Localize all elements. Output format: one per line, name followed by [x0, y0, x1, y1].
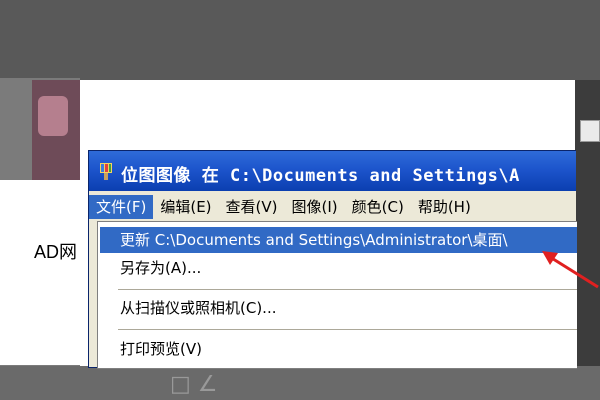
- menu-separator: [118, 289, 577, 290]
- background-bottom: [0, 366, 600, 400]
- background-document-text: AD网: [34, 242, 78, 262]
- menu-file[interactable]: 文件(F): [89, 195, 154, 219]
- red-arrow-annotation: [542, 251, 599, 289]
- menu-edit[interactable]: 编辑(E): [153, 195, 218, 219]
- menu-view[interactable]: 查看(V): [219, 195, 285, 219]
- menu-bar: 文件(F) 编辑(E) 查看(V) 图像(I) 颜色(C) 帮助(H): [89, 193, 576, 221]
- menu-item-update[interactable]: 更新 C:\Documents and Settings\Administrat…: [100, 227, 577, 253]
- menu-item-print-preview[interactable]: 打印预览(V): [100, 336, 577, 362]
- menu-item-from-scanner[interactable]: 从扫描仪或照相机(C)...: [100, 295, 577, 321]
- background-glyph: □ ∠: [170, 372, 218, 397]
- window-title: 位图图像 在 C:\Documents and Settings\A: [121, 166, 520, 186]
- menu-colors[interactable]: 颜色(C): [345, 195, 411, 219]
- background-thumbnail-image: [38, 96, 68, 136]
- menu-item-save-as[interactable]: 另存为(A)...: [100, 255, 577, 281]
- menu-image[interactable]: 图像(I): [285, 195, 345, 219]
- paint-window: 位图图像 在 C:\Documents and Settings\A 文件(F)…: [88, 150, 577, 369]
- background-document: [0, 180, 90, 365]
- file-menu-dropdown: 更新 C:\Documents and Settings\Administrat…: [97, 221, 577, 369]
- menu-separator: [118, 329, 577, 330]
- paint-brush-icon: [100, 163, 112, 180]
- window-titlebar[interactable]: 位图图像 在 C:\Documents and Settings\A: [89, 151, 576, 191]
- background-button: [580, 120, 600, 142]
- menu-help[interactable]: 帮助(H): [411, 195, 478, 219]
